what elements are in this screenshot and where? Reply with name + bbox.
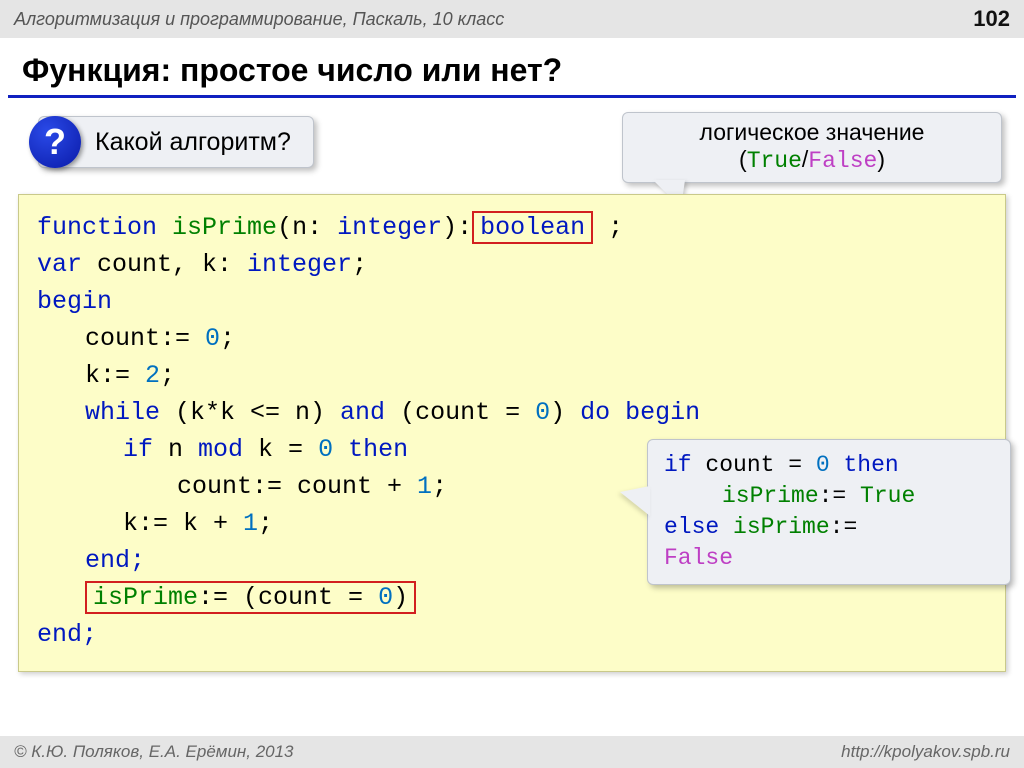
page-title: Функция: простое число или нет? [8, 38, 1016, 98]
kw-end: end; [85, 546, 145, 575]
t: ; [220, 324, 235, 353]
t [333, 435, 348, 464]
code-line-2: var count, k: integer; [37, 246, 987, 283]
fn-name3: isPrime [722, 483, 819, 509]
kw-and: and [340, 398, 385, 427]
num: 0 [318, 435, 333, 464]
boolean-highlight: boolean [472, 211, 593, 244]
kw-else: else [664, 514, 719, 540]
kw-then2: then [843, 452, 898, 478]
num: 1 [417, 472, 432, 501]
kw-if: if [123, 435, 153, 464]
false-label: False [808, 148, 877, 174]
num: 0 [378, 583, 393, 612]
true-val: True [860, 483, 915, 509]
t: ): [442, 213, 472, 242]
false-val: False [664, 545, 733, 571]
num: 2 [145, 361, 160, 390]
alt-line-4: False [664, 543, 994, 574]
code-line-1: function isPrime(n: integer):boolean ; [37, 209, 987, 246]
boolean-callout-line2: (True/False) [641, 146, 983, 174]
t: k:= k + [123, 509, 243, 538]
alt-line-2: isPrime:= True [664, 481, 994, 512]
footer: © К.Ю. Поляков, Е.А. Ерёмин, 2013 http:/… [0, 736, 1024, 768]
boolean-callout: логическое значение (True/False) [622, 112, 1002, 183]
paren-open: ( [739, 146, 747, 172]
question-text: Какой алгоритм? [81, 128, 313, 157]
t: ; [258, 509, 273, 538]
fn-name2: isPrime [93, 583, 198, 612]
kw-var: var [37, 250, 82, 279]
kw-begin: begin [37, 287, 112, 316]
t: count:= count + [177, 472, 417, 501]
kw-while: while [85, 398, 160, 427]
question-row: ? Какой алгоритм? логическое значение (T… [38, 116, 1010, 178]
t: := [830, 514, 858, 540]
t [719, 514, 733, 540]
kw-dobegin: do begin [580, 398, 700, 427]
t: (n: [277, 213, 337, 242]
t: ; [160, 361, 175, 390]
footer-left: © К.Ю. Поляков, Е.А. Ерёмин, 2013 [14, 742, 294, 762]
kw-integer2: integer [247, 250, 352, 279]
t: := (count = [198, 583, 378, 612]
topbar: Алгоритмизация и программирование, Паска… [0, 0, 1024, 38]
num: 0 [535, 398, 550, 427]
num: 0 [205, 324, 220, 353]
footer-right: http://kpolyakov.spb.ru [841, 742, 1010, 762]
t: count, k: [82, 250, 247, 279]
question-mark-icon: ? [29, 116, 81, 168]
t: count = [692, 452, 816, 478]
page-number: 102 [973, 6, 1010, 32]
kw-then: then [348, 435, 408, 464]
question-box: ? Какой алгоритм? [38, 116, 314, 168]
num: 0 [816, 452, 830, 478]
kw-end2: end; [37, 620, 97, 649]
t: ; [593, 213, 623, 242]
t: ) [550, 398, 580, 427]
boolean-callout-line1: логическое значение [641, 119, 983, 146]
code-line-6: while (k*k <= n) and (count = 0) do begi… [37, 394, 987, 431]
kw-if2: if [664, 452, 692, 478]
t: n [153, 435, 198, 464]
code-line-3: begin [37, 283, 987, 320]
kw-function: function [37, 213, 157, 242]
paren-close: ) [877, 146, 885, 172]
t: (count = [385, 398, 535, 427]
code-line-12: end; [37, 616, 987, 653]
t: (k*k <= n) [160, 398, 340, 427]
code-line-5: k:= 2; [37, 357, 987, 394]
alt-line-1: if count = 0 then [664, 450, 994, 481]
kw-integer: integer [337, 213, 442, 242]
code-area: function isPrime(n: integer):boolean ; v… [18, 194, 1006, 672]
t: k:= [85, 361, 145, 390]
true-label: True [747, 148, 802, 174]
kw-mod: mod [198, 435, 243, 464]
num: 1 [243, 509, 258, 538]
t [830, 452, 844, 478]
fn-name4: isPrime [733, 514, 830, 540]
t: ; [432, 472, 447, 501]
fn-name: isPrime [172, 213, 277, 242]
alt-line-3: else isPrime:= [664, 512, 994, 543]
course-label: Алгоритмизация и программирование, Паска… [14, 9, 504, 30]
t: := [819, 483, 860, 509]
code-line-4: count:= 0; [37, 320, 987, 357]
t: ; [352, 250, 367, 279]
t: ) [393, 583, 408, 612]
callout-pointer-icon [620, 486, 650, 516]
t: count:= [85, 324, 205, 353]
t: k = [243, 435, 318, 464]
alt-callout: if count = 0 then isPrime:= True else is… [647, 439, 1011, 585]
